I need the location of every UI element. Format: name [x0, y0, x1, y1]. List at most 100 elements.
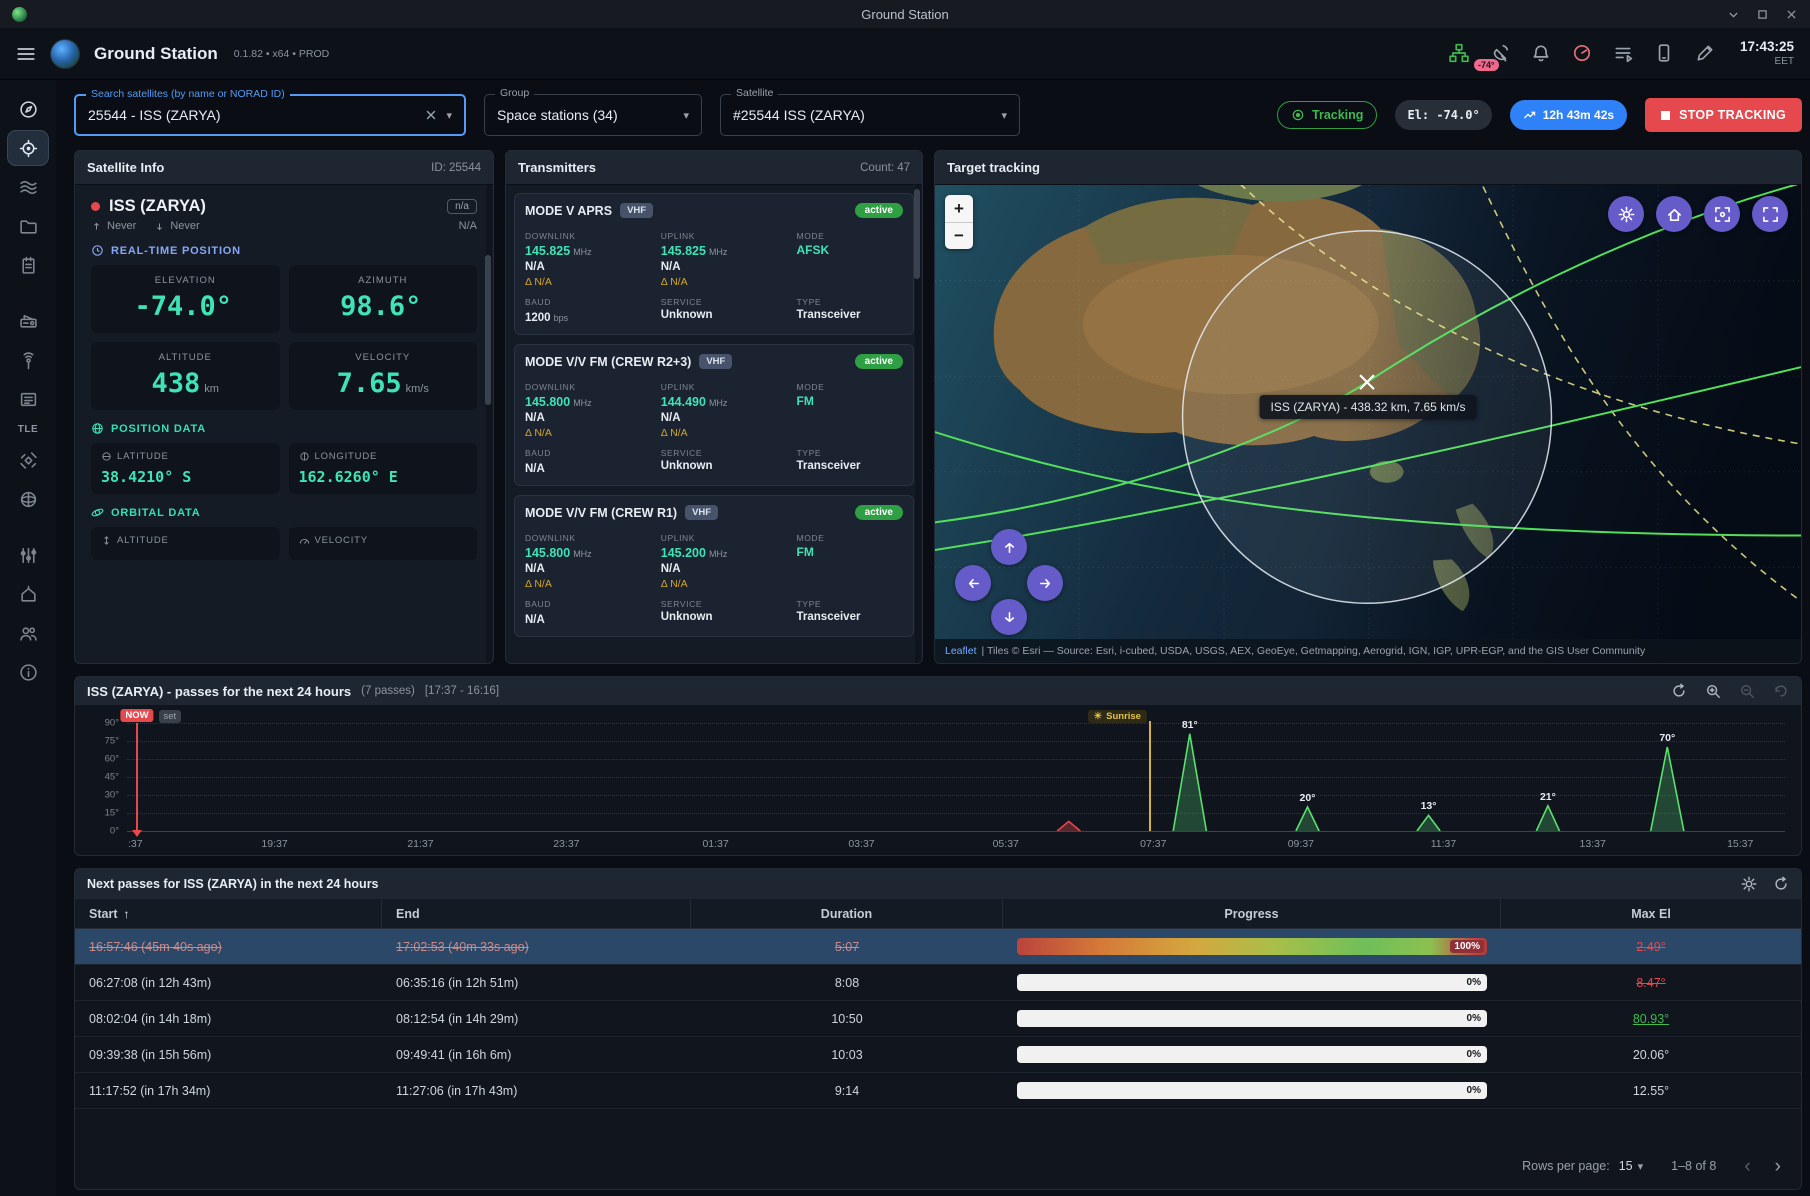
- col-max-el[interactable]: Max El: [1501, 899, 1801, 928]
- stop-tracking-button[interactable]: STOP TRACKING: [1645, 98, 1802, 132]
- satellite-info-body: ISS (ZARYA) n/a Never Never N/A REAL-TIM…: [75, 185, 493, 663]
- reset-view-icon[interactable]: [1773, 683, 1789, 699]
- satellite-select[interactable]: Satellite #25544 ISS (ZARYA) ▾: [720, 94, 1020, 136]
- tracking-status-chip: Tracking: [1277, 101, 1377, 129]
- cell-end: 11:27:06 (in 17h 43m): [382, 1084, 691, 1098]
- sidebar-item-about[interactable]: [8, 655, 48, 689]
- sidebar-item-antenna[interactable]: [8, 343, 48, 377]
- pan-left-button[interactable]: [955, 565, 991, 601]
- y-tick: 15°: [85, 808, 119, 819]
- close-icon[interactable]: [1785, 8, 1798, 21]
- progress-bar: 0%: [1017, 974, 1487, 991]
- cell-duration: 10:03: [691, 1048, 1003, 1062]
- sidebar-item-tracking[interactable]: [8, 131, 48, 165]
- transmitter-card[interactable]: MODE V/V FM (CREW R1) VHF active DOWNLIN…: [514, 495, 914, 637]
- satellite-search-field[interactable]: Search satellites (by name or NORAD ID) …: [74, 94, 466, 136]
- table-row[interactable]: 09:39:38 (in 15h 56m) 09:49:41 (in 16h 6…: [75, 1037, 1801, 1073]
- zoom-in-button[interactable]: +: [945, 195, 973, 222]
- table-row[interactable]: 08:02:04 (in 14h 18m) 08:12:54 (in 14h 2…: [75, 1001, 1801, 1037]
- group-dropdown-icon[interactable]: ▾: [683, 109, 689, 122]
- col-progress[interactable]: Progress: [1003, 899, 1501, 928]
- menu-icon[interactable]: [16, 44, 36, 64]
- sidebar-item-waterfall[interactable]: [8, 170, 48, 204]
- sidebar-item-satellite[interactable]: [8, 443, 48, 477]
- refresh-icon[interactable]: [1671, 683, 1687, 699]
- prev-page-button[interactable]: ‹: [1744, 1157, 1750, 1176]
- zoom-in-icon[interactable]: [1705, 683, 1721, 699]
- transmitter-card[interactable]: MODE V APRS VHF active DOWNLINK145.825MH…: [514, 193, 914, 335]
- group-select[interactable]: Group Space stations (34) ▾: [484, 94, 702, 136]
- pass-chart-plot[interactable]: 90°75°60°45°30°15°0° 81°20°13°21°70° set…: [127, 723, 1785, 831]
- map-home-button[interactable]: [1656, 196, 1692, 232]
- satellite-dropdown-icon[interactable]: ▾: [1001, 109, 1007, 122]
- maximize-icon[interactable]: [1756, 8, 1769, 21]
- app-version: 0.1.82 • x64 • PROD: [234, 48, 329, 60]
- map-canvas[interactable]: + − ISS (ZARYA) - 438.32 km, 7.65 km/s: [935, 185, 1801, 663]
- map-fullscreen-button[interactable]: [1752, 196, 1788, 232]
- rotator-icon[interactable]: [1572, 43, 1593, 64]
- y-tick: 30°: [85, 789, 119, 800]
- table-row[interactable]: 16:57:46 (45m 40s ago) 17:02:53 (40m 33s…: [75, 929, 1801, 965]
- satellite-info-panel: Satellite Info ID: 25544 ISS (ZARYA) n/a…: [74, 150, 494, 664]
- col-end[interactable]: End: [382, 899, 691, 928]
- dish-icon[interactable]: -74°: [1490, 43, 1511, 64]
- sidebar-item-discover[interactable]: [8, 92, 48, 126]
- zoom-out-icon[interactable]: [1739, 683, 1755, 699]
- sidebar-item-users[interactable]: [8, 616, 48, 650]
- transmitter-card[interactable]: MODE V/V FM (CREW R2+3) VHF active DOWNL…: [514, 344, 914, 486]
- sidebar-item-files[interactable]: [8, 209, 48, 243]
- mobile-icon[interactable]: [1654, 43, 1675, 64]
- satellite-info-header: Satellite Info ID: 25544: [75, 151, 493, 185]
- clock-timezone: EET: [1740, 56, 1794, 68]
- rows-per-page-select[interactable]: 15▾: [1619, 1159, 1643, 1173]
- home-icon: [1666, 206, 1683, 223]
- latitude-field: LATITUDE 38.4210° S: [91, 443, 280, 494]
- alarm-icon[interactable]: [1531, 43, 1552, 64]
- leaflet-link[interactable]: Leaflet: [945, 645, 977, 657]
- zoom-out-button[interactable]: −: [945, 222, 973, 249]
- pan-right-button[interactable]: [1027, 565, 1063, 601]
- sidebar-item-news[interactable]: [8, 382, 48, 416]
- network-icon[interactable]: [1449, 43, 1470, 64]
- cell-duration: 8:08: [691, 976, 1003, 990]
- type-field: TYPETransceiver: [797, 593, 903, 626]
- sidebar-item-receiver[interactable]: [8, 304, 48, 338]
- x-tick: :37: [128, 838, 143, 850]
- sidebar-item-schedule[interactable]: [8, 248, 48, 282]
- col-start[interactable]: Start↑: [75, 899, 382, 928]
- next-page-button[interactable]: ›: [1775, 1157, 1781, 1176]
- table-row[interactable]: 11:17:52 (in 17h 34m) 11:27:06 (in 17h 4…: [75, 1073, 1801, 1109]
- progress-bar: 0%: [1017, 1082, 1487, 1099]
- cell-max-el: 2.49°: [1501, 940, 1801, 954]
- search-dropdown-icon[interactable]: ▾: [446, 109, 452, 122]
- status-badge: n/a: [447, 199, 477, 214]
- sidebar-item-settings[interactable]: [8, 538, 48, 572]
- table-row[interactable]: 06:27:08 (in 12h 43m) 06:35:16 (in 12h 5…: [75, 965, 1801, 1001]
- map-settings-button[interactable]: [1608, 196, 1644, 232]
- sidebar-item-station[interactable]: [8, 577, 48, 611]
- y-tick: 75°: [85, 735, 119, 746]
- window-titlebar[interactable]: Ground Station: [0, 0, 1810, 28]
- search-input[interactable]: [88, 107, 416, 123]
- col-duration[interactable]: Duration: [691, 899, 1003, 928]
- pan-down-button[interactable]: [991, 599, 1027, 635]
- transmitters-scrollbar[interactable]: [915, 185, 921, 663]
- clear-search-icon[interactable]: [424, 108, 438, 122]
- cell-start: 08:02:04 (in 14h 18m): [75, 1012, 382, 1026]
- pan-up-button[interactable]: [991, 529, 1027, 565]
- downlink-field: DOWNLINK145.800MHz: [525, 376, 653, 409]
- edit-icon[interactable]: [1695, 43, 1716, 64]
- sidebar-item-constellation[interactable]: [8, 482, 48, 516]
- table-settings-icon[interactable]: [1741, 876, 1757, 892]
- table-refresh-icon[interactable]: [1773, 876, 1789, 892]
- globe-icon: [91, 422, 104, 435]
- map-center-target-button[interactable]: [1704, 196, 1740, 232]
- satinfo-scrollbar[interactable]: [486, 185, 492, 663]
- target-tracking-title: Target tracking: [947, 160, 1040, 175]
- downlink-corrected: N/A: [525, 412, 653, 424]
- playlist-icon[interactable]: [1613, 43, 1634, 64]
- gear-icon: [1618, 206, 1635, 223]
- satellite-select-value: #25544 ISS (ZARYA): [733, 107, 993, 123]
- satellite-select-label: Satellite: [731, 87, 778, 99]
- minimize-icon[interactable]: [1727, 8, 1740, 21]
